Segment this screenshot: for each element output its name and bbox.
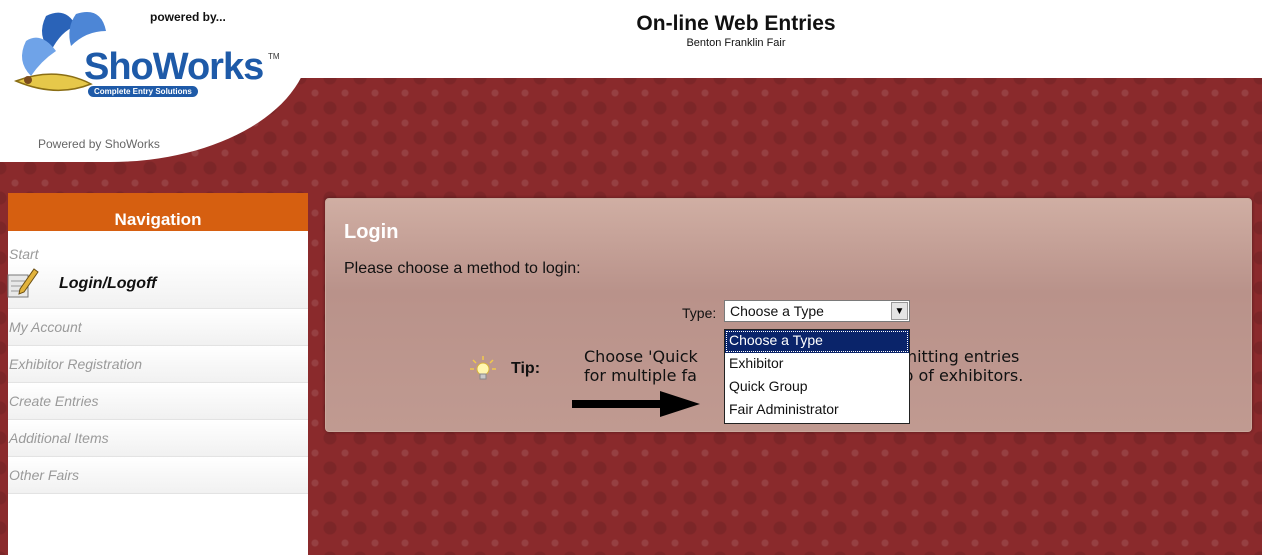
sidebar-item-my-account[interactable]: My Account [8, 309, 308, 346]
dropdown-option[interactable]: Quick Group [725, 376, 909, 399]
sidebar-item-other-fairs[interactable]: Other Fairs [8, 457, 308, 494]
tip-text-line1: Choose 'Quick [584, 347, 698, 366]
arrow-right-icon [572, 391, 700, 417]
dropdown-option[interactable]: Choose a Type [725, 330, 909, 353]
tip-text-line2: for multiple fa [584, 366, 697, 385]
sidebar-item-label: Login/Logoff [59, 275, 157, 292]
chevron-down-icon[interactable]: ▼ [891, 302, 908, 320]
login-title: Login [344, 221, 399, 243]
page-subtitle: Benton Franklin Fair [686, 37, 786, 49]
logo-wordmark: ShoWorks [84, 46, 264, 88]
tip-label: Tip: [511, 360, 541, 377]
pencil-notepad-icon [7, 268, 39, 298]
login-panel: Login Please choose a method to login: T… [325, 198, 1252, 432]
page-title: On-line Web Entries [636, 12, 836, 35]
navigation-heading: Navigation [8, 193, 308, 231]
logo-tagline: Complete Entry Solutions [88, 86, 198, 97]
login-type-selected-value: Choose a Type [730, 303, 824, 319]
sidebar-item-exhibitor-registration[interactable]: Exhibitor Registration [8, 346, 308, 383]
lightbulb-icon [470, 356, 496, 380]
login-prompt: Please choose a method to login: [344, 260, 581, 277]
sidebar-item-create-entries[interactable]: Create Entries [8, 383, 308, 420]
powered-by-caption: Powered by ShoWorks [38, 137, 160, 151]
sidebar-item-login-logoff[interactable]: Login/Logoff [7, 259, 308, 309]
dropdown-option[interactable]: Fair Administrator [725, 399, 909, 422]
login-type-select[interactable]: Choose a Type ▼ [724, 300, 910, 322]
type-label: Type: [682, 305, 717, 321]
dropdown-option[interactable]: Exhibitor [725, 353, 909, 376]
trademark-mark: TM [268, 52, 280, 61]
sidebar-item-additional-items[interactable]: Additional Items [8, 420, 308, 457]
login-type-dropdown-list[interactable]: Choose a Type Exhibitor Quick Group Fair… [724, 329, 910, 424]
navigation-sidebar: Navigation Start Login/Logoff My Account… [7, 193, 308, 555]
